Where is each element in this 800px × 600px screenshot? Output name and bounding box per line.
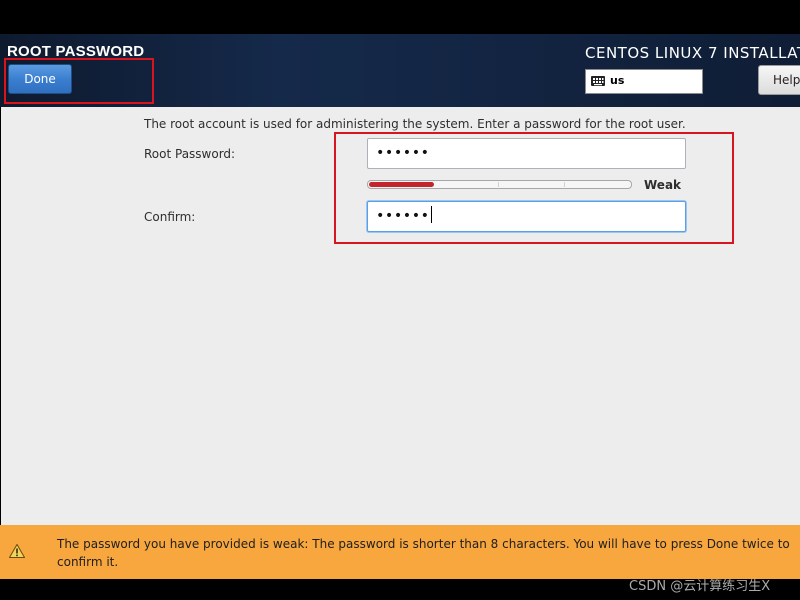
password-strength-label: Weak [644, 178, 682, 192]
warning-triangle-icon [9, 544, 25, 558]
warning-bar[interactable]: The password you have provided is weak: … [0, 525, 800, 579]
strength-bar-divider [564, 182, 565, 187]
root-password-input[interactable]: •••••• [367, 138, 686, 169]
product-name: CENTOS LINUX 7 INSTALLATI [585, 44, 800, 62]
strength-bar-divider [498, 182, 499, 187]
keyboard-layout-indicator[interactable]: us [585, 69, 703, 94]
header-bar: ROOT PASSWORD Done CENTOS LINUX 7 INSTAL… [0, 34, 800, 107]
password-strength-bar [367, 180, 632, 189]
text-cursor [430, 206, 432, 223]
confirm-password-value: •••••• [376, 208, 430, 224]
main-content: The root account is used for administeri… [1, 107, 800, 525]
root-password-value: •••••• [376, 145, 430, 161]
confirm-password-input[interactable]: •••••• [367, 201, 686, 232]
watermark: CSDN @云计算练习生X [629, 579, 771, 594]
confirm-label: Confirm: [144, 210, 196, 224]
page-title: ROOT PASSWORD [7, 43, 145, 60]
root-password-label: Root Password: [144, 147, 236, 161]
password-strength-fill [369, 182, 434, 187]
installer-window: ROOT PASSWORD Done CENTOS LINUX 7 INSTAL… [0, 0, 800, 600]
keyboard-layout-label: us [610, 74, 625, 87]
warning-message: The password you have provided is weak: … [57, 537, 790, 569]
help-button[interactable]: Help [758, 65, 800, 95]
keyboard-icon [591, 76, 605, 86]
intro-text: The root account is used for administeri… [144, 117, 686, 131]
done-button[interactable]: Done [8, 64, 72, 94]
